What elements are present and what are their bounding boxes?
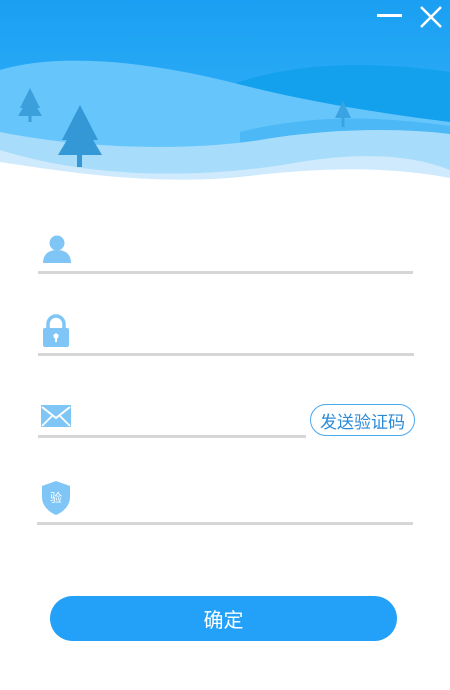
confirm-button[interactable]: 确定 <box>50 596 397 641</box>
send-code-button[interactable]: 发送验证码 <box>310 404 415 436</box>
password-underline <box>38 353 414 356</box>
username-input[interactable] <box>84 236 404 264</box>
username-underline <box>38 271 413 274</box>
close-icon <box>420 6 442 28</box>
close-button[interactable] <box>414 2 448 32</box>
user-icon <box>43 235 71 263</box>
email-input[interactable] <box>84 404 299 432</box>
header-banner <box>0 0 450 200</box>
register-window: 发送验证码 验 确定 <box>0 0 450 690</box>
minimize-icon <box>377 14 402 17</box>
mail-icon <box>41 405 71 427</box>
lock-icon <box>43 314 69 347</box>
minimize-button[interactable] <box>372 4 406 30</box>
verification-code-input[interactable] <box>84 488 404 516</box>
email-underline <box>38 435 306 438</box>
verification-code-underline <box>37 522 413 525</box>
shield-icon: 验 <box>42 481 70 515</box>
password-input[interactable] <box>84 320 404 348</box>
shield-badge-text: 验 <box>50 490 62 505</box>
